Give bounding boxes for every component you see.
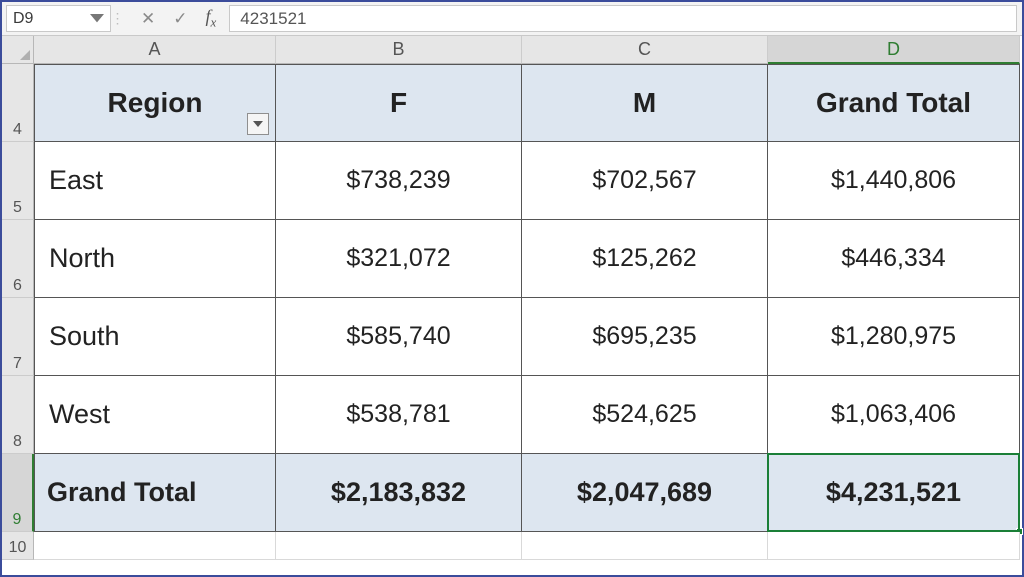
enter-icon[interactable]: ✓ [173, 9, 187, 29]
row-head-9[interactable]: 9 [2, 454, 34, 532]
cell-C7[interactable]: $695,235 [522, 298, 768, 376]
pivot-header-f[interactable]: F [276, 64, 522, 142]
cell-B10[interactable] [276, 532, 522, 560]
cell-D5[interactable]: $1,440,806 [768, 142, 1020, 220]
worksheet-grid[interactable]: A B C D 4 Region F M Grand Total 5 East … [2, 36, 1022, 560]
row-head-8[interactable]: 8 [2, 376, 34, 454]
pivot-header-m[interactable]: M [522, 64, 768, 142]
formula-bar-divider [114, 2, 121, 35]
cell-D9-value: $4,231,521 [826, 477, 961, 508]
region-filter-button[interactable] [247, 113, 269, 135]
cell-D6[interactable]: $446,334 [768, 220, 1020, 298]
formula-input[interactable]: 4231521 [229, 5, 1017, 32]
cell-C5[interactable]: $702,567 [522, 142, 768, 220]
cell-C6[interactable]: $125,262 [522, 220, 768, 298]
col-head-B[interactable]: B [276, 36, 522, 64]
cancel-icon[interactable]: ✕ [141, 9, 155, 29]
formula-bar-buttons: ✕ ✓ fx [121, 2, 226, 35]
cell-C10[interactable] [522, 532, 768, 560]
cell-B7[interactable]: $585,740 [276, 298, 522, 376]
pivot-header-region-label: Region [108, 87, 203, 119]
cell-A8[interactable]: West [34, 376, 276, 454]
col-head-C[interactable]: C [522, 36, 768, 64]
excel-window: D9 ✕ ✓ fx 4231521 A B C D 4 Region F [0, 0, 1024, 577]
cell-D9[interactable]: $4,231,521 [768, 454, 1020, 532]
row-head-5[interactable]: 5 [2, 142, 34, 220]
cell-C9[interactable]: $2,047,689 [522, 454, 768, 532]
cell-B9[interactable]: $2,183,832 [276, 454, 522, 532]
row-head-7[interactable]: 7 [2, 298, 34, 376]
cell-B8[interactable]: $538,781 [276, 376, 522, 454]
cell-A10[interactable] [34, 532, 276, 560]
row-head-10[interactable]: 10 [2, 532, 34, 560]
cell-A5[interactable]: East [34, 142, 276, 220]
cell-B6[interactable]: $321,072 [276, 220, 522, 298]
cell-A7[interactable]: South [34, 298, 276, 376]
col-head-A[interactable]: A [34, 36, 276, 64]
pivot-header-grand-total[interactable]: Grand Total [768, 64, 1020, 142]
cell-A9[interactable]: Grand Total [34, 454, 276, 532]
cell-B5[interactable]: $738,239 [276, 142, 522, 220]
cell-D7[interactable]: $1,280,975 [768, 298, 1020, 376]
fx-icon[interactable]: fx [206, 6, 217, 31]
name-box[interactable]: D9 [6, 5, 111, 32]
cell-C8[interactable]: $524,625 [522, 376, 768, 454]
cell-A6[interactable]: North [34, 220, 276, 298]
name-box-value: D9 [13, 10, 90, 28]
cell-D10[interactable] [768, 532, 1020, 560]
select-all-corner[interactable] [2, 36, 34, 64]
formula-value: 4231521 [240, 9, 306, 29]
col-head-D[interactable]: D [768, 36, 1020, 64]
row-head-6[interactable]: 6 [2, 220, 34, 298]
name-box-dropdown-icon[interactable] [90, 12, 104, 26]
formula-bar: D9 ✕ ✓ fx 4231521 [2, 2, 1022, 36]
pivot-header-region[interactable]: Region [34, 64, 276, 142]
cell-D8[interactable]: $1,063,406 [768, 376, 1020, 454]
row-head-4[interactable]: 4 [2, 64, 34, 142]
